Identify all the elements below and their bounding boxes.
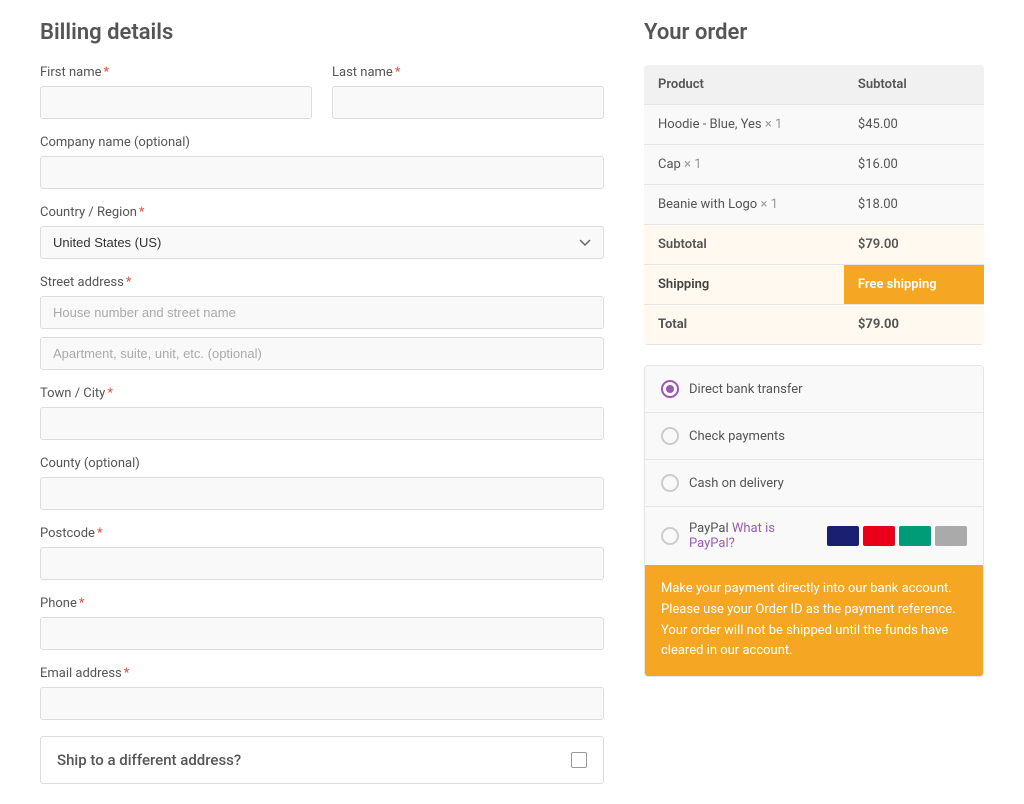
product-price: $18.00 <box>844 185 984 225</box>
product-price: $45.00 <box>844 105 984 145</box>
county-label: County (optional) <box>40 456 604 471</box>
paypal-card-icon <box>935 526 967 546</box>
country-select[interactable]: United States (US) <box>40 226 604 259</box>
order-table: Product Subtotal Hoodie - Blue, Yes × 1 … <box>644 65 984 345</box>
paypal-card-icon <box>899 526 931 546</box>
paypal-card-icon <box>827 526 859 546</box>
billing-section: Billing details First name* Last name* C… <box>40 20 604 784</box>
subtotal-value: $79.00 <box>844 225 984 265</box>
shipping-value: Free shipping <box>844 265 984 305</box>
payment-label-check: Check payments <box>689 429 785 444</box>
email-label: Email address* <box>40 666 604 681</box>
subtotal-label: Subtotal <box>644 225 844 265</box>
col-subtotal: Subtotal <box>844 65 984 105</box>
town-label: Town / City* <box>40 386 604 401</box>
table-row: Hoodie - Blue, Yes × 1 $45.00 <box>644 105 984 145</box>
payment-section: Direct bank transfer Check payments Cash o… <box>644 365 984 677</box>
total-value: $79.00 <box>844 305 984 345</box>
radio-direct-bank <box>661 380 679 398</box>
ship-different-checkbox[interactable] <box>571 752 587 768</box>
paypal-link[interactable]: What is PayPal? <box>689 521 775 551</box>
last-name-input[interactable] <box>332 86 604 119</box>
phone-input[interactable] <box>40 617 604 650</box>
street-address2-input[interactable] <box>40 337 604 370</box>
payment-option-cash[interactable]: Cash on delivery <box>645 460 983 507</box>
ship-to-different-toggle[interactable]: Ship to a different address? <box>40 736 604 784</box>
payment-option-paypal[interactable]: PayPal What is PayPal? <box>645 507 983 565</box>
county-input[interactable] <box>40 477 604 510</box>
table-row: Beanie with Logo × 1 $18.00 <box>644 185 984 225</box>
company-name-label: Company name (optional) <box>40 135 604 150</box>
company-name-input[interactable] <box>40 156 604 189</box>
paypal-card-icon <box>863 526 895 546</box>
first-name-label: First name* <box>40 65 312 80</box>
billing-title: Billing details <box>40 20 604 45</box>
total-label: Total <box>644 305 844 345</box>
product-name: Beanie with Logo × 1 <box>644 185 844 225</box>
street-address-label: Street address* <box>40 275 604 290</box>
email-input[interactable] <box>40 687 604 720</box>
radio-check <box>661 427 679 445</box>
radio-cash <box>661 474 679 492</box>
ship-to-different-label: Ship to a different address? <box>57 751 241 769</box>
col-product: Product <box>644 65 844 105</box>
last-name-label: Last name* <box>332 65 604 80</box>
order-title: Your order <box>644 20 984 45</box>
street-address-input[interactable] <box>40 296 604 329</box>
radio-paypal <box>661 527 679 545</box>
town-input[interactable] <box>40 407 604 440</box>
first-name-input[interactable] <box>40 86 312 119</box>
postcode-input[interactable] <box>40 547 604 580</box>
payment-label-paypal: PayPal What is PayPal? <box>689 521 817 551</box>
payment-option-direct-bank[interactable]: Direct bank transfer <box>645 366 983 413</box>
payment-label-direct-bank: Direct bank transfer <box>689 382 803 397</box>
bank-transfer-info: Make your payment directly into our bank… <box>645 565 983 676</box>
country-label: Country / Region* <box>40 205 604 220</box>
shipping-label: Shipping <box>644 265 844 305</box>
order-section: Your order Product Subtotal Hoodie - Blu… <box>644 20 984 784</box>
payment-label-cash: Cash on delivery <box>689 476 784 491</box>
paypal-icons <box>827 526 967 546</box>
product-name: Hoodie - Blue, Yes × 1 <box>644 105 844 145</box>
postcode-label: Postcode* <box>40 526 604 541</box>
payment-option-check[interactable]: Check payments <box>645 413 983 460</box>
table-row: Cap × 1 $16.00 <box>644 145 984 185</box>
phone-label: Phone* <box>40 596 604 611</box>
product-price: $16.00 <box>844 145 984 185</box>
product-name: Cap × 1 <box>644 145 844 185</box>
